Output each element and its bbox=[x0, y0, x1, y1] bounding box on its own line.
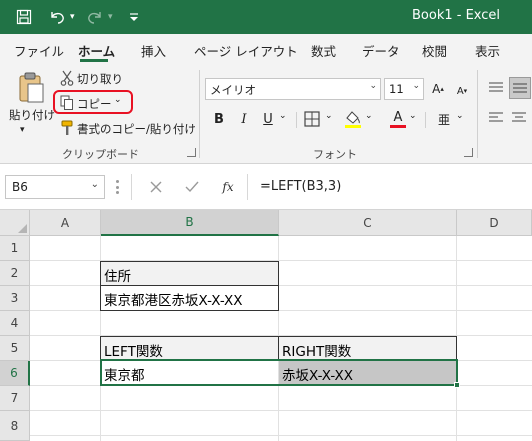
decrease-font-size-icon[interactable]: A ▾ bbox=[452, 80, 472, 102]
formula-input[interactable]: =LEFT(B3,3) bbox=[260, 179, 341, 194]
row-header-4[interactable]: 4 bbox=[0, 311, 30, 336]
group-separator-2 bbox=[477, 70, 478, 158]
align-top-icon[interactable] bbox=[487, 79, 505, 97]
column-header-b[interactable]: B bbox=[101, 210, 279, 236]
fill-handle[interactable] bbox=[454, 382, 460, 388]
bold-button[interactable]: B bbox=[211, 110, 227, 128]
underline-dropdown-icon[interactable]: ⌄ bbox=[279, 111, 287, 121]
name-box[interactable]: B6 ⌄ bbox=[5, 175, 105, 199]
cell-b2[interactable]: 住所 bbox=[100, 261, 279, 286]
redo-icon[interactable] bbox=[86, 7, 104, 27]
clipboard-launcher-icon[interactable] bbox=[187, 148, 196, 157]
column-header-c[interactable]: C bbox=[279, 210, 457, 236]
font-launcher-icon[interactable] bbox=[464, 148, 473, 157]
column-header-a[interactable]: A bbox=[30, 210, 101, 236]
font-name-chevron-icon: ⌄ bbox=[369, 81, 377, 91]
paste-dropdown-icon[interactable]: ▾ bbox=[20, 125, 25, 135]
italic-button[interactable]: I bbox=[236, 110, 252, 128]
font-separator bbox=[296, 112, 297, 128]
formula-bar: B6 ⌄ fx =LEFT(B3,3) bbox=[0, 164, 532, 210]
format-painter-label[interactable]: 書式のコピー/貼り付け bbox=[77, 121, 196, 137]
group-separator bbox=[199, 70, 200, 158]
cell-c5[interactable]: RIGHT関数 bbox=[278, 336, 457, 361]
worksheet-grid[interactable]: A B C D 1 2 3 4 5 6 7 8 住所 東京都港区赤坂X-X-XX… bbox=[0, 210, 532, 441]
redo-dropdown-icon[interactable]: ▾ bbox=[108, 7, 113, 27]
selection-border bbox=[100, 359, 458, 386]
font-color-dropdown-icon[interactable]: ⌄ bbox=[409, 111, 417, 121]
column-header-d[interactable]: D bbox=[457, 210, 532, 236]
select-all-corner[interactable] bbox=[0, 210, 30, 236]
tab-insert[interactable]: 挿入 bbox=[141, 41, 166, 60]
font-separator-2 bbox=[425, 112, 426, 128]
cut-icon[interactable] bbox=[60, 70, 74, 86]
phonetic-dropdown-icon[interactable]: ⌄ bbox=[456, 111, 464, 121]
row-header-8[interactable]: 8 bbox=[0, 411, 30, 441]
save-icon[interactable] bbox=[16, 7, 32, 27]
enter-check-icon[interactable] bbox=[183, 178, 201, 196]
format-painter-icon[interactable] bbox=[60, 120, 74, 136]
font-group-label: フォント bbox=[313, 148, 357, 161]
ribbon: 貼り付け ▾ 切り取り コピー ⌄ 書式のコピー/貼り付け クリップボード メイ… bbox=[0, 64, 532, 164]
tab-data[interactable]: データ bbox=[362, 41, 400, 60]
fill-color-icon[interactable] bbox=[343, 109, 363, 129]
tab-file[interactable]: ファイル bbox=[14, 41, 64, 60]
font-name-value: メイリオ bbox=[210, 83, 256, 97]
fill-color-dropdown-icon[interactable]: ⌄ bbox=[365, 111, 373, 121]
copy-dropdown-icon[interactable]: ⌄ bbox=[114, 95, 122, 105]
font-size-value: 11 bbox=[389, 82, 404, 96]
insert-function-icon[interactable]: fx bbox=[218, 177, 238, 197]
font-size-chevron-icon: ⌄ bbox=[412, 81, 420, 91]
underline-button[interactable]: U bbox=[260, 110, 276, 128]
paste-button-label[interactable]: 貼り付け bbox=[9, 107, 55, 123]
title-bar: ▾ ▾ Book1 - Excel bbox=[0, 0, 532, 34]
tab-home[interactable]: ホーム bbox=[78, 41, 115, 60]
customize-qat-icon[interactable] bbox=[128, 7, 140, 27]
formula-bar-grip-icon[interactable] bbox=[116, 180, 119, 194]
increase-font-size-icon[interactable]: A ▴ bbox=[428, 78, 448, 100]
borders-dropdown-icon[interactable]: ⌄ bbox=[325, 111, 333, 121]
align-center-icon[interactable] bbox=[510, 109, 528, 127]
row-header-2[interactable]: 2 bbox=[0, 261, 30, 286]
font-color-glyph: A bbox=[393, 109, 403, 125]
paste-icon[interactable] bbox=[14, 70, 48, 104]
tab-review[interactable]: 校閲 bbox=[422, 41, 447, 60]
cancel-icon[interactable] bbox=[147, 178, 165, 196]
active-tab-underline bbox=[80, 59, 108, 62]
row-header-3[interactable]: 3 bbox=[0, 286, 30, 311]
tab-view[interactable]: 表示 bbox=[475, 41, 500, 60]
tab-formulas[interactable]: 数式 bbox=[311, 41, 336, 60]
formula-separator bbox=[131, 174, 132, 200]
undo-dropdown-icon[interactable]: ▾ bbox=[70, 7, 75, 27]
formula-separator-2 bbox=[247, 174, 248, 200]
cell-b3[interactable]: 東京都港区赤坂X-X-XX bbox=[100, 285, 279, 311]
cut-button-label[interactable]: 切り取り bbox=[77, 71, 123, 87]
font-color-button[interactable]: A bbox=[389, 108, 407, 130]
row-header-5[interactable]: 5 bbox=[0, 336, 30, 361]
ribbon-tabs: ファイル ホーム 挿入 ページ レイアウト 数式 データ 校閲 表示 bbox=[0, 34, 532, 64]
cell-b5[interactable]: LEFT関数 bbox=[100, 336, 279, 361]
row-header-1[interactable]: 1 bbox=[0, 236, 30, 261]
copy-icon[interactable] bbox=[60, 95, 74, 111]
font-name-select[interactable]: メイリオ ⌄ bbox=[205, 78, 381, 100]
borders-icon[interactable] bbox=[303, 110, 321, 128]
align-middle-icon[interactable] bbox=[509, 77, 531, 99]
phonetic-guide-icon[interactable]: 亜 bbox=[434, 108, 454, 130]
undo-icon[interactable] bbox=[48, 7, 66, 27]
row-header-7[interactable]: 7 bbox=[0, 386, 30, 411]
row-header-6[interactable]: 6 bbox=[0, 361, 30, 386]
copy-button-label[interactable]: コピー bbox=[77, 96, 112, 112]
name-box-value: B6 bbox=[12, 180, 28, 194]
tab-page-layout[interactable]: ページ レイアウト bbox=[194, 41, 298, 60]
font-color-bar bbox=[390, 124, 406, 128]
font-size-select[interactable]: 11 ⌄ bbox=[384, 78, 424, 100]
clipboard-group-label: クリップボード bbox=[62, 148, 139, 161]
name-box-chevron-icon[interactable]: ⌄ bbox=[91, 179, 99, 190]
align-left-icon[interactable] bbox=[487, 109, 505, 127]
window-title: Book1 - Excel bbox=[412, 8, 501, 23]
